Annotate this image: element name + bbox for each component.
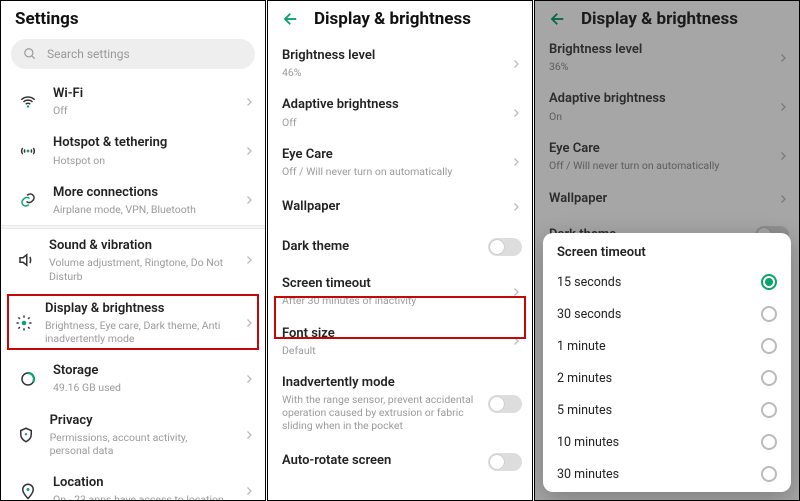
row-inadvertently-mode[interactable]: Inadvertently modeWith the range sensor,… [268,366,532,442]
chevron-right-icon [510,286,522,298]
radio-icon [761,434,777,450]
chevron-right-icon [510,201,522,213]
display-header: Display & brightness [268,1,532,33]
row-sound[interactable]: Sound & vibrationVolume adjustment, Ring… [1,229,265,292]
toggle-switch[interactable] [488,395,522,413]
settings-list: Wi-FiOff Hotspot & tetheringHotspot on M… [1,77,265,501]
row-auto-rotate[interactable]: Auto-rotate screen [268,442,532,482]
display-panel: Display & brightness Brightness level46%… [267,0,533,501]
location-icon [15,482,41,500]
option-30-minutes[interactable]: 30 minutes [543,458,791,490]
storage-icon [15,370,41,388]
row-wallpaper[interactable]: Wallpaper [268,187,532,227]
row-screen-timeout[interactable]: Screen timeoutAfter 30 minutes of inacti… [268,267,532,316]
radio-icon [761,306,777,322]
row-adaptive-brightness[interactable]: Adaptive brightnessOff [268,88,532,137]
row-eye-care[interactable]: Eye CareOff / Will never turn on automat… [268,138,532,187]
radio-icon [761,274,777,290]
screen-timeout-dialog: Screen timeout 15 seconds 30 seconds 1 m… [543,233,791,492]
settings-header: Settings [1,1,265,33]
chevron-right-icon [243,254,255,266]
search-placeholder: Search settings [47,47,130,61]
chevron-right-icon [510,107,522,119]
search-input[interactable]: Search settings [11,39,255,69]
row-privacy[interactable]: PrivacyPermissions, account activity, pe… [1,404,265,467]
chevron-right-icon [510,58,522,70]
chevron-right-icon [243,96,255,108]
back-button[interactable] [282,10,300,28]
speaker-icon [15,251,37,269]
option-2-minutes[interactable]: 2 minutes [543,362,791,394]
radio-icon [761,370,777,386]
dialog-panel: Display & brightness Brightness level36%… [534,0,800,501]
toggle-switch[interactable] [488,453,522,471]
row-storage[interactable]: Storage49.16 GB used [1,354,265,403]
hotspot-icon [15,142,41,160]
shield-icon [15,426,38,444]
option-30-seconds[interactable]: 30 seconds [543,298,791,330]
option-10-minutes[interactable]: 10 minutes [543,426,791,458]
page-title: Display & brightness [314,9,471,29]
search-icon [23,47,37,61]
display-list: Brightness level46% Adaptive brightnessO… [268,39,532,482]
chevron-right-icon [510,156,522,168]
chevron-right-icon [243,317,255,329]
toggle-switch[interactable] [488,238,522,256]
chevron-right-icon [243,373,255,385]
row-hotspot[interactable]: Hotspot & tetheringHotspot on [1,126,265,175]
chevron-right-icon [243,145,255,157]
row-wifi[interactable]: Wi-FiOff [1,77,265,126]
row-dark-theme[interactable]: Dark theme [268,227,532,267]
chevron-right-icon [243,485,255,497]
settings-panel: Settings Search settings Wi-FiOff Hotspo… [0,0,266,501]
dialog-title: Screen timeout [543,245,791,266]
row-display[interactable]: Display & brightnessBrightness, Eye care… [1,292,265,355]
radio-icon [761,466,777,482]
option-5-minutes[interactable]: 5 minutes [543,394,791,426]
wifi-icon [15,93,41,111]
radio-icon [761,338,777,354]
option-15-seconds[interactable]: 15 seconds [543,266,791,298]
chevron-right-icon [510,335,522,347]
option-1-minute[interactable]: 1 minute [543,330,791,362]
page-title: Settings [15,9,79,29]
link-icon [15,191,41,209]
row-brightness-level[interactable]: Brightness level46% [268,39,532,88]
brightness-icon [15,314,33,332]
row-location[interactable]: LocationOn - 23 apps have access to loca… [1,466,265,501]
chevron-right-icon [243,194,255,206]
row-more-connections[interactable]: More connectionsAirplane mode, VPN, Blue… [1,176,265,225]
chevron-right-icon [243,429,255,441]
row-font-size[interactable]: Font sizeDefault [268,317,532,366]
radio-icon [761,402,777,418]
